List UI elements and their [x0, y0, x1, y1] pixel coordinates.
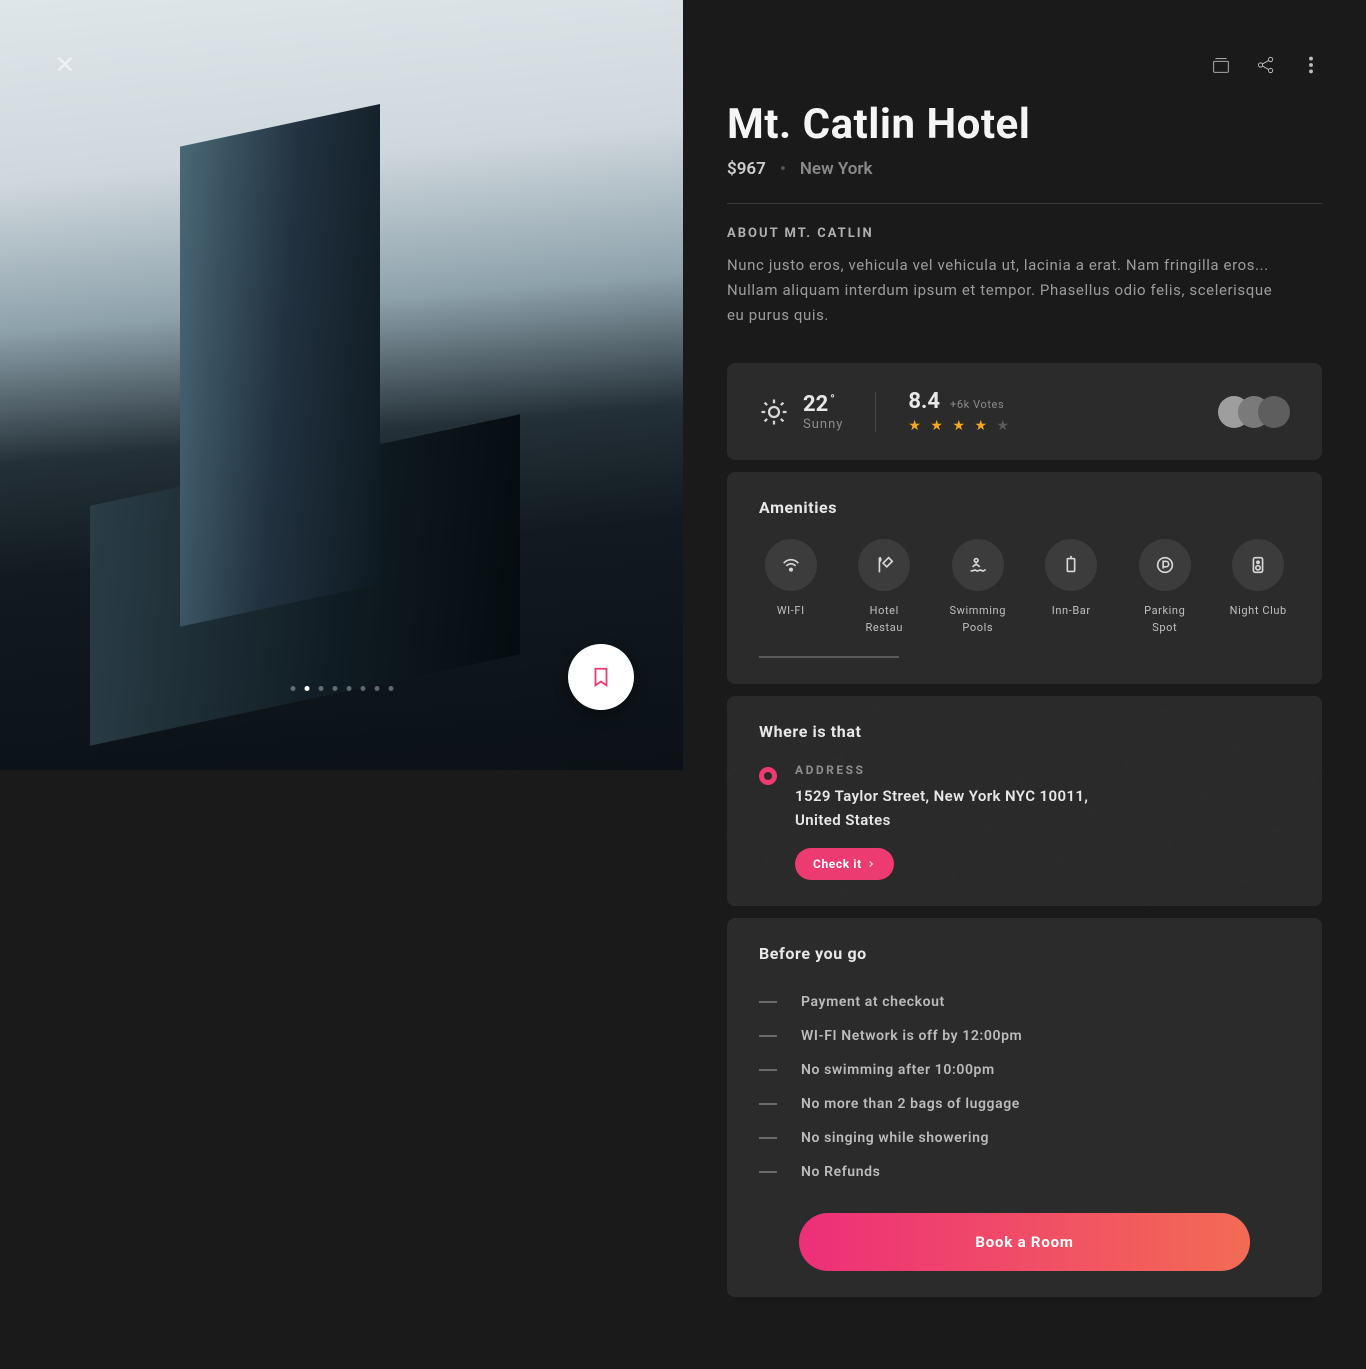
rule-text: WI-FI Network is off by 12:00pm	[801, 1028, 1022, 1044]
gallery-thumbnails[interactable]	[1218, 396, 1290, 428]
rating-score: 8.4	[908, 389, 940, 414]
chevron-right-icon	[866, 859, 876, 869]
vertical-separator	[875, 392, 876, 432]
more-icon	[1300, 54, 1322, 76]
weather-block: 22° Sunny	[759, 392, 843, 432]
amenity-label: Swimming Pools	[946, 603, 1010, 636]
rules-heading: Before you go	[759, 944, 1290, 963]
amenities-scrollbar[interactable]	[759, 656, 899, 658]
book-room-button[interactable]: Book a Room	[799, 1213, 1250, 1271]
gallery-button[interactable]	[1210, 54, 1232, 76]
amenity-label: Night Club	[1230, 603, 1287, 620]
location-heading: Where is that	[759, 722, 1290, 741]
rule-text: No singing while showering	[801, 1130, 989, 1146]
amenities-card: Amenities WI-FI Hotel Restau Swimming Po…	[727, 472, 1322, 684]
close-button[interactable]	[47, 46, 83, 82]
amenity-parking[interactable]: Parking Spot	[1133, 539, 1197, 636]
amenity-label: Parking Spot	[1133, 603, 1197, 636]
amenity-wifi[interactable]: WI-FI	[759, 539, 823, 636]
about-heading: ABOUT MT. CATLIN	[727, 226, 1322, 241]
parking-icon	[1154, 554, 1176, 576]
bar-icon	[1060, 554, 1082, 576]
close-icon	[54, 53, 76, 75]
rule-item: No Refunds	[759, 1155, 1290, 1189]
share-button[interactable]	[1255, 54, 1277, 76]
pool-icon	[967, 554, 989, 576]
speaker-icon	[1247, 554, 1269, 576]
bookmark-button[interactable]	[568, 644, 634, 710]
check-location-button[interactable]: Check it	[795, 848, 894, 880]
rule-text: No swimming after 10:00pm	[801, 1062, 995, 1078]
about-body: Nunc justo eros, vehicula vel vehicula u…	[727, 253, 1287, 327]
sun-icon	[759, 397, 789, 427]
hotel-subline: $967 • New York	[727, 159, 1322, 204]
rating-block: 8.4 +6k Votes ★ ★ ★ ★ ★	[908, 389, 1012, 434]
hotel-title: Mt. Catlin Hotel	[727, 100, 1322, 149]
building-illustration	[90, 34, 520, 735]
address-label: ADDRESS	[795, 763, 1115, 777]
rules-card: Before you go Payment at checkout WI-FI …	[727, 918, 1322, 1297]
amenity-label: Hotel Restau	[853, 603, 917, 636]
address-text: 1529 Taylor Street, New York NYC 10011, …	[795, 785, 1115, 832]
rating-votes: +6k Votes	[950, 398, 1004, 411]
amenity-restaurant[interactable]: Hotel Restau	[853, 539, 917, 636]
wifi-icon	[780, 554, 802, 576]
share-icon	[1255, 54, 1277, 76]
check-button-label: Check it	[813, 857, 862, 871]
amenities-heading: Amenities	[759, 498, 1290, 517]
weather-condition: Sunny	[803, 417, 843, 432]
rule-item: No more than 2 bags of luggage	[759, 1087, 1290, 1121]
location-card: Where is that ADDRESS 1529 Taylor Street…	[727, 696, 1322, 906]
book-button-label: Book a Room	[975, 1233, 1073, 1251]
weather-temp: 22	[803, 392, 828, 417]
rule-item: No swimming after 10:00pm	[759, 1053, 1290, 1087]
location-pin-icon	[759, 767, 777, 785]
bookmark-icon	[590, 666, 612, 688]
amenity-pool[interactable]: Swimming Pools	[946, 539, 1010, 636]
hotel-hero-image	[0, 0, 683, 770]
rule-item: Payment at checkout	[759, 985, 1290, 1019]
amenity-label: WI-FI	[777, 603, 805, 620]
amenity-bar[interactable]: Inn-Bar	[1040, 539, 1104, 636]
gallery-icon	[1210, 54, 1232, 76]
rule-text: Payment at checkout	[801, 994, 945, 1010]
amenity-nightclub[interactable]: Night Club	[1227, 539, 1291, 636]
rule-item: No singing while showering	[759, 1121, 1290, 1155]
hotel-city: New York	[800, 159, 873, 179]
degree-symbol: °	[830, 392, 835, 406]
more-button[interactable]	[1300, 54, 1322, 76]
rule-text: No more than 2 bags of luggage	[801, 1096, 1020, 1112]
rule-text: No Refunds	[801, 1164, 880, 1180]
restaurant-icon	[873, 554, 895, 576]
hotel-price: $967	[727, 159, 766, 179]
rule-item: WI-FI Network is off by 12:00pm	[759, 1019, 1290, 1053]
separator-dot: •	[780, 159, 786, 179]
amenity-label: Inn-Bar	[1052, 603, 1091, 620]
image-pager[interactable]	[290, 686, 393, 691]
rating-stars: ★ ★ ★ ★ ★	[908, 418, 1012, 434]
stats-card: 22° Sunny 8.4 +6k Votes ★ ★ ★ ★ ★	[727, 363, 1322, 460]
